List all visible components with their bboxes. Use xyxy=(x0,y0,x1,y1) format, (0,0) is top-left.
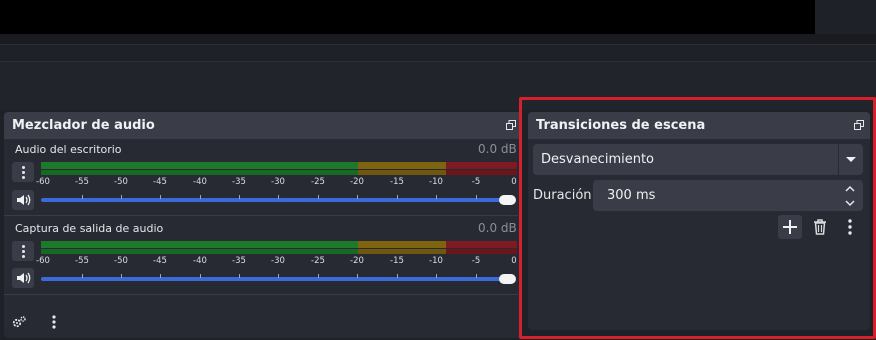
meter-tick-label: -45 xyxy=(153,177,167,187)
meter-tick-label: -20 xyxy=(350,177,364,187)
slider-tick-mark xyxy=(82,274,83,278)
speaker-icon xyxy=(17,194,31,206)
slider-tick-mark xyxy=(357,274,358,278)
slider-tick-mark xyxy=(436,274,437,278)
mute-button[interactable] xyxy=(12,268,34,288)
volume-meter xyxy=(41,241,517,248)
meter-tick-label: -55 xyxy=(75,256,89,266)
volume-meter xyxy=(41,162,517,169)
slider-tick-mark xyxy=(82,195,83,199)
spin-down-icon[interactable] xyxy=(845,200,855,207)
meter-tick-label: -55 xyxy=(75,177,89,187)
meter-tick-label: -10 xyxy=(429,256,443,266)
slider-tick-mark xyxy=(476,274,477,278)
audio-mixer-title: Mezclador de audio xyxy=(12,118,155,133)
slider-tick-mark xyxy=(239,195,240,199)
mute-button[interactable] xyxy=(12,190,34,210)
slider-tick-mark xyxy=(318,195,319,199)
slider-tick-mark xyxy=(200,195,201,199)
transition-select-arrow[interactable] xyxy=(838,144,863,175)
slider-tick-mark xyxy=(397,274,398,278)
meter-tick-label: -45 xyxy=(153,256,167,266)
speaker-icon xyxy=(17,272,31,284)
meter-tick-label: -60 xyxy=(36,256,50,266)
slider-tick-mark xyxy=(121,274,122,278)
remove-transition-button[interactable] xyxy=(808,215,832,239)
volume-meter-secondary xyxy=(41,249,517,254)
slider-tick-mark xyxy=(200,274,201,278)
duration-label: Duración xyxy=(533,188,592,203)
meter-tick-label: -35 xyxy=(232,256,246,266)
add-transition-button[interactable] xyxy=(778,215,802,239)
channel-divider xyxy=(4,294,518,295)
meter-tick-label: 0 xyxy=(511,177,517,187)
spin-up-icon[interactable] xyxy=(845,185,855,192)
volume-slider[interactable] xyxy=(41,277,511,281)
slider-tick-mark xyxy=(121,195,122,199)
meter-tick-label: -60 xyxy=(36,177,50,187)
meter-tick-label: -50 xyxy=(114,177,128,187)
meter-tick-label: -15 xyxy=(390,177,404,187)
slider-tick-mark xyxy=(278,274,279,278)
transition-properties-button[interactable] xyxy=(838,215,862,239)
slider-tick-mark xyxy=(160,274,161,278)
preview-area xyxy=(0,0,815,34)
volume-slider-handle[interactable] xyxy=(499,274,516,284)
kebab-icon xyxy=(848,219,852,235)
meter-tick-label: -25 xyxy=(311,177,325,187)
slider-tick-mark xyxy=(239,274,240,278)
channel-level: 0.0 dB xyxy=(478,221,517,235)
duration-spin-buttons[interactable] xyxy=(837,180,863,211)
volume-slider[interactable] xyxy=(41,198,511,202)
trash-icon xyxy=(814,219,826,235)
transition-select-value: Desvanecimiento xyxy=(541,152,655,167)
divider xyxy=(0,44,876,45)
preview-controls-strip xyxy=(0,34,876,44)
slider-tick-mark xyxy=(436,195,437,199)
slider-tick-mark xyxy=(318,274,319,278)
volume-meter-secondary xyxy=(41,170,517,175)
meter-tick-label: -15 xyxy=(390,256,404,266)
volume-slider-handle[interactable] xyxy=(499,195,516,205)
channel-level: 0.0 dB xyxy=(478,142,517,156)
meter-tick-label: -20 xyxy=(350,256,364,266)
kebab-icon[interactable] xyxy=(49,314,59,330)
scene-transitions-title: Transiciones de escena xyxy=(536,118,706,133)
slider-tick-mark xyxy=(397,195,398,199)
meter-tick-label: -25 xyxy=(311,256,325,266)
channel-name: Captura de salida de audio xyxy=(15,222,164,235)
meter-tick-label: -35 xyxy=(232,177,246,187)
dock-area-background xyxy=(0,62,876,110)
meter-tick-label: -5 xyxy=(471,256,481,266)
plus-icon xyxy=(783,220,797,234)
meter-tick-label: -30 xyxy=(271,177,285,187)
meter-tick-label: -5 xyxy=(471,177,481,187)
meter-scale: -60 -55 -50 -45 -40 -35 -30 -25 -20 -15 -10 -5 0 xyxy=(0,256,520,272)
gear-icon[interactable] xyxy=(11,315,27,329)
slider-tick-mark xyxy=(278,195,279,199)
meter-tick-label: -30 xyxy=(271,256,285,266)
channel-divider xyxy=(4,215,518,216)
meter-tick-label: 0 xyxy=(511,256,517,266)
meter-tick-label: -40 xyxy=(193,177,207,187)
meter-tick-label: -50 xyxy=(114,256,128,266)
meter-scale: -60 -55 -50 -45 -40 -35 -30 -25 -20 -15 -10 -5 0 xyxy=(0,177,520,193)
duration-value: 300 ms xyxy=(607,188,656,203)
transition-select[interactable]: Desvanecimiento xyxy=(533,144,863,175)
float-icon[interactable] xyxy=(506,120,516,130)
meter-tick-label: -40 xyxy=(193,256,207,266)
audio-mixer-titlebar: Mezclador de audio xyxy=(4,112,522,139)
meter-tick-label: -10 xyxy=(429,177,443,187)
duration-spinbox[interactable]: 300 ms xyxy=(593,180,863,211)
channel-name: Audio del escritorio xyxy=(15,143,122,156)
chevron-down-icon xyxy=(846,157,856,162)
slider-tick-mark xyxy=(476,195,477,199)
slider-tick-mark xyxy=(160,195,161,199)
float-icon[interactable] xyxy=(854,120,864,130)
scene-transitions-titlebar: Transiciones de escena xyxy=(528,112,870,139)
slider-tick-mark xyxy=(357,195,358,199)
